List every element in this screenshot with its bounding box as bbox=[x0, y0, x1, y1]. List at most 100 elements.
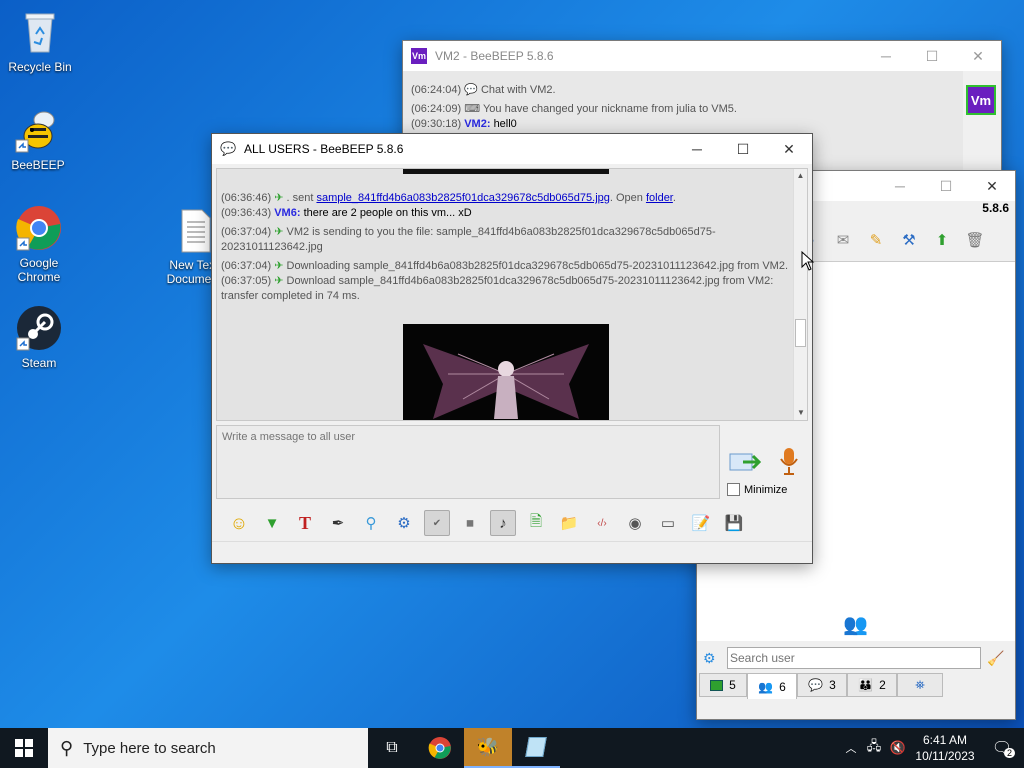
scroll-down-arrow[interactable]: ▼ bbox=[794, 406, 807, 420]
title-bar[interactable]: 💬 ALL USERS - BeeBEEP 5.8.6 ─ ☐ ✕ bbox=[212, 134, 812, 164]
chat-icon bbox=[710, 679, 724, 691]
share-icon: ⛯ bbox=[915, 677, 925, 692]
minimize-button[interactable]: ─ bbox=[674, 134, 720, 164]
send-folder-icon[interactable]: 📁 bbox=[556, 510, 582, 536]
notification-center-button[interactable]: 🗨 2 bbox=[980, 728, 1024, 768]
html-code-icon[interactable]: ‹/› bbox=[589, 510, 615, 536]
notepad-icon bbox=[525, 737, 547, 757]
filter-icon[interactable]: ⚲ bbox=[358, 510, 384, 536]
image-bottom-edge bbox=[403, 169, 609, 174]
desktop-icon-label: BeeBEEP bbox=[11, 158, 65, 172]
close-button[interactable]: ✕ bbox=[955, 41, 1001, 71]
scroll-up-arrow[interactable]: ▲ bbox=[794, 169, 807, 183]
message-input[interactable] bbox=[216, 425, 720, 499]
notes-icon[interactable]: 📝 bbox=[688, 510, 714, 536]
taskbar-search[interactable]: ⚲ Type here to search bbox=[48, 728, 368, 768]
steam-icon bbox=[15, 304, 63, 352]
taskbar: ⚲ Type here to search ⧉ 🐝 ︿ 🖧 🔇 6:41 AM … bbox=[0, 728, 1024, 768]
tab-chats[interactable]: 5 bbox=[699, 673, 747, 697]
taskbar-notepad[interactable] bbox=[512, 728, 560, 768]
voice-message-button[interactable] bbox=[775, 446, 803, 476]
tab-bar: 5 👥 6 💬 3 👪 2 ⛯ bbox=[697, 673, 1015, 699]
clear-brush-icon[interactable]: 🧹 bbox=[987, 650, 1004, 667]
search-bar: ⚙ 🧹 bbox=[697, 643, 1015, 673]
chat-scrollbar[interactable]: ▲ ▼ bbox=[793, 169, 807, 420]
close-button[interactable]: ✕ bbox=[766, 134, 812, 164]
save-chat-icon[interactable]: 💾 bbox=[721, 510, 747, 536]
minimize-button[interactable]: ─ bbox=[877, 171, 923, 201]
bee-icon bbox=[14, 106, 62, 154]
record-icon[interactable]: ◉ bbox=[622, 510, 648, 536]
maximize-button[interactable]: ☐ bbox=[923, 171, 969, 201]
sent-file-link[interactable]: sample_841ffd4b6a083b2825f01dca329678c5d… bbox=[316, 192, 609, 204]
start-button[interactable] bbox=[0, 728, 48, 768]
chat-line: (09:30:18) VM2: hell0 bbox=[411, 118, 517, 130]
color-picker-icon[interactable]: ✒ bbox=[325, 510, 351, 536]
minimize-button[interactable]: ─ bbox=[863, 41, 909, 71]
volume-status[interactable]: 🔇 bbox=[886, 728, 910, 768]
spellcheck-icon[interactable]: ✔ bbox=[424, 510, 450, 536]
workgroup-icon: 👪 bbox=[858, 678, 874, 692]
windows-logo-icon bbox=[15, 739, 33, 757]
desktop-icon-beebeep[interactable]: BeeBEEP bbox=[0, 106, 76, 172]
network-status[interactable]: 🖧 bbox=[862, 728, 886, 768]
send-file-icon[interactable]: 🗎 bbox=[523, 510, 549, 536]
mouse-cursor-icon bbox=[801, 250, 815, 274]
maximize-button[interactable]: ☐ bbox=[720, 134, 766, 164]
scroll-thumb[interactable] bbox=[795, 319, 806, 347]
notification-badge: 2 bbox=[1004, 748, 1016, 758]
file-transfer-icon: ✈ bbox=[274, 260, 284, 272]
show-hidden-icons-button[interactable]: ︿ bbox=[840, 728, 862, 768]
vm-avatar-icon: Vm bbox=[411, 48, 427, 64]
trash-icon[interactable]: 🗑 bbox=[962, 227, 988, 253]
microphone-icon bbox=[780, 448, 798, 475]
tab-workgroups[interactable]: 👪 2 bbox=[847, 673, 897, 697]
open-folder-link[interactable]: folder bbox=[646, 192, 673, 204]
screenshot-icon[interactable]: ▭ bbox=[655, 510, 681, 536]
word-complete-icon[interactable]: ◼ bbox=[457, 510, 483, 536]
music-note-icon[interactable]: ♪ bbox=[490, 510, 516, 536]
clock[interactable]: 6:41 AM 10/11/2023 bbox=[910, 732, 980, 764]
chevron-up-icon: ︿ bbox=[845, 743, 857, 755]
desktop-icon-label: Steam bbox=[21, 356, 57, 370]
keyboard-icon: ⌨ bbox=[464, 103, 481, 115]
tab-users[interactable]: 👥 6 bbox=[747, 673, 797, 699]
minimize-checkbox[interactable] bbox=[727, 483, 740, 496]
vm2-avatar: Vm bbox=[966, 85, 996, 115]
chat-line: (06:24:09) ⌨ You have changed your nickn… bbox=[411, 103, 737, 115]
chat-log-area[interactable]: (06:36:46) ✈ . sent sample_841ffd4b6a083… bbox=[216, 168, 808, 421]
font-icon[interactable]: T bbox=[292, 510, 318, 536]
window-title: ALL USERS - BeeBEEP 5.8.6 bbox=[244, 142, 404, 156]
send-icon bbox=[729, 453, 761, 471]
search-user-input[interactable] bbox=[727, 647, 981, 669]
title-bar[interactable]: Vm VM2 - BeeBEEP 5.8.6 ─ ☐ ✕ bbox=[403, 41, 1001, 71]
desktop-icon-steam[interactable]: Steam bbox=[1, 304, 77, 370]
received-image[interactable] bbox=[403, 324, 609, 420]
close-button[interactable]: ✕ bbox=[969, 171, 1015, 201]
edit-pencil-icon[interactable]: ✎ bbox=[863, 227, 889, 253]
maximize-button[interactable]: ☐ bbox=[909, 41, 955, 71]
taskbar-chrome[interactable] bbox=[416, 728, 464, 768]
insert-down-arrow-icon[interactable]: ▼ bbox=[259, 510, 285, 536]
settings-gear-icon[interactable]: ⚙ bbox=[703, 650, 727, 667]
users-icon: 👥 bbox=[758, 679, 774, 694]
chat-line: (06:36:46) ✈ . sent sample_841ffd4b6a083… bbox=[221, 192, 676, 204]
chat-line: (06:37:04) ✈ Downloading sample_841ffd4b… bbox=[221, 260, 789, 272]
mailbox-icon[interactable]: ✉ bbox=[830, 227, 856, 253]
taskbar-beebeep[interactable]: 🐝 bbox=[464, 728, 512, 768]
tab-shares[interactable]: ⛯ bbox=[897, 673, 943, 697]
chat-bubble-icon: 💬 bbox=[464, 84, 478, 96]
minimize-checkbox-row[interactable]: Minimize bbox=[727, 483, 787, 496]
clock-date: 10/11/2023 bbox=[915, 749, 975, 763]
chat-line: (06:24:04) 💬 Chat with VM2. bbox=[411, 84, 556, 96]
update-icon[interactable]: ⬆ bbox=[929, 227, 955, 253]
all-users-chat-window[interactable]: 💬 ALL USERS - BeeBEEP 5.8.6 ─ ☐ ✕ (06:36… bbox=[211, 133, 813, 564]
settings-icon[interactable]: ⚙ bbox=[391, 510, 417, 536]
tab-groups[interactable]: 💬 3 bbox=[797, 673, 847, 697]
tools-icon[interactable]: ⚒ bbox=[896, 227, 922, 253]
emoticon-icon[interactable]: ☺ bbox=[226, 510, 252, 536]
desktop-icon-chrome[interactable]: Google Chrome bbox=[1, 204, 77, 284]
send-button[interactable] bbox=[728, 448, 762, 476]
task-view-button[interactable]: ⧉ bbox=[368, 728, 416, 768]
desktop-icon-recycle-bin[interactable]: Recycle Bin bbox=[2, 8, 78, 74]
